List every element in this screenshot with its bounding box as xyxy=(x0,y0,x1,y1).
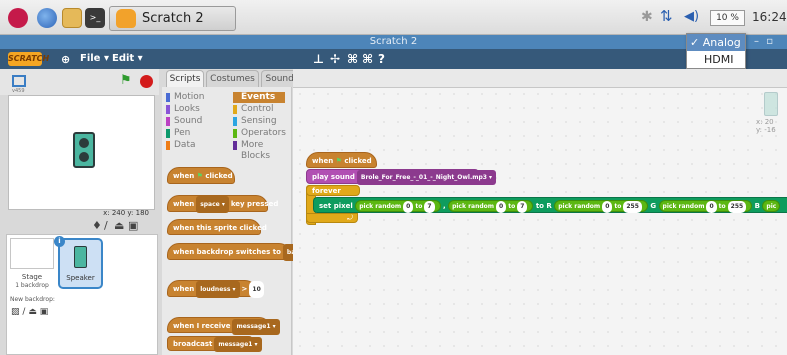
camera-sprite-icon[interactable]: ▣ xyxy=(128,219,138,232)
file-menu[interactable]: File ▾ xyxy=(80,53,109,64)
volume-level-indicator: 10 % xyxy=(710,10,745,26)
script-area-top-strip xyxy=(293,69,787,87)
sprite-name: Speaker xyxy=(66,274,95,282)
block-when-loudness[interactable]: when loudness ▾ >10 xyxy=(167,280,264,298)
sprite-thumbnail-speaker[interactable]: i Speaker xyxy=(54,236,103,289)
check-icon: ✓ xyxy=(690,36,700,49)
shrink-tool-icon[interactable]: ⌘ xyxy=(362,52,373,66)
language-globe-icon[interactable]: ⊕ xyxy=(61,53,70,66)
version-label: v459 xyxy=(12,88,25,94)
block-broadcast[interactable]: broadcast message1 ▾ xyxy=(167,336,262,352)
pick-random-b[interactable]: pic xyxy=(762,200,781,212)
bluetooth-icon[interactable]: ✱ xyxy=(641,9,653,25)
category-sensing[interactable]: Sensing xyxy=(233,116,277,127)
pick-random-y[interactable]: pick random 0 to 7 xyxy=(448,200,534,213)
scratch-cat-icon xyxy=(116,9,136,28)
audio-option-analog[interactable]: ✓ Analog xyxy=(687,34,745,51)
category-data[interactable]: Data xyxy=(166,140,196,151)
help-tool-icon[interactable]: ? xyxy=(378,52,385,66)
green-flag-icon: ⚑ xyxy=(335,157,342,165)
script-set-pixel[interactable]: set pixel pick random 0 to 7 , pick random 0… xyxy=(313,197,787,213)
sprite-info-icon[interactable]: i xyxy=(54,236,65,247)
camera-backdrop-icon[interactable]: ▣ xyxy=(40,307,49,317)
speaker-sprite-icon xyxy=(764,92,778,116)
paint-backdrop-icon[interactable]: / xyxy=(22,307,25,317)
tab-scripts[interactable]: Scripts xyxy=(166,70,204,87)
block-when-key-pressed[interactable]: when space ▾ key pressed xyxy=(167,195,278,213)
category-motion[interactable]: Motion xyxy=(166,92,205,103)
paint-sprite-icon[interactable]: / xyxy=(104,219,108,232)
pick-random-x[interactable]: pick random 0 to 7 xyxy=(355,200,441,213)
forever-loop-end: ⤾ xyxy=(306,213,358,223)
category-operators[interactable]: Operators xyxy=(233,128,286,139)
audio-option-hdmi[interactable]: HDMI xyxy=(704,53,733,66)
block-when-sprite-clicked[interactable]: when this sprite clicked xyxy=(167,219,267,235)
scratch-menubar: SCRATCH ⊕ File ▾ Edit ▾ ⊥ ✢ ⌘ ⌘ ? xyxy=(0,49,787,69)
script-area-grid xyxy=(293,87,787,355)
pick-random-g[interactable]: pick random 0 to 255 xyxy=(658,200,753,213)
file-manager-icon[interactable] xyxy=(62,8,82,28)
taskbar-scratch-button[interactable]: Scratch 2 xyxy=(109,6,236,31)
category-pen[interactable]: Pen xyxy=(166,128,190,139)
upload-backdrop-icon[interactable]: ⏏ xyxy=(28,307,37,317)
new-backdrop-label: New backdrop: xyxy=(10,296,55,303)
mouse-coordinates: x: 240 y: 180 xyxy=(103,209,149,217)
scratch-logo[interactable]: SCRATCH xyxy=(8,52,49,66)
minimize-icon[interactable]: – xyxy=(754,35,759,49)
restore-icon[interactable]: ▫ xyxy=(766,35,773,49)
duplicate-tool-icon[interactable]: ⊥ xyxy=(313,52,324,66)
screen: >_ Scratch 2 ✱ ⇅ ◀) 10 % 16:24 Scratch 2… xyxy=(0,0,787,355)
script-forever[interactable]: forever xyxy=(306,185,360,196)
stage-toolbar: v459 ⚑ xyxy=(0,69,159,95)
new-sprite-tools: ♦ / ⏏ ▣ xyxy=(70,219,150,233)
block-when-backdrop-switches[interactable]: when backdrop switches tobackd xyxy=(167,243,312,261)
current-sprite-info: x: 20 y: -16 xyxy=(756,92,786,147)
pick-random-r[interactable]: pick random 0 to 255 xyxy=(554,200,648,213)
script-when-flag-clicked[interactable]: when ⚑ clicked xyxy=(306,152,377,168)
sprite-y: y: -16 xyxy=(756,126,776,134)
category-more-blocks[interactable]: More Blocks xyxy=(233,140,288,161)
window-title: Scratch 2 xyxy=(369,36,418,47)
block-when-flag-clicked[interactable]: when ⚑ clicked xyxy=(167,167,235,184)
green-flag-icon[interactable]: ⚑ xyxy=(120,74,133,87)
speaker-sprite[interactable] xyxy=(73,132,95,168)
category-events[interactable]: Events xyxy=(233,92,285,103)
sprite-x: x: 20 xyxy=(756,118,774,126)
block-categories: Motion Looks Sound Pen Data Events Contr… xyxy=(166,91,288,161)
edit-menu[interactable]: Edit ▾ xyxy=(112,53,143,64)
stage-label: Stage xyxy=(21,273,43,281)
audio-option-label: Analog xyxy=(702,36,741,49)
system-taskbar: >_ Scratch 2 ✱ ⇅ ◀) 10 % 16:24 xyxy=(0,0,787,35)
category-looks[interactable]: Looks xyxy=(166,104,200,115)
stage-thumbnail[interactable] xyxy=(10,238,54,269)
speaker-thumbnail-icon xyxy=(74,246,87,268)
script-play-sound[interactable]: play sound Brole_For_Free_-_01_-_Night_Ow… xyxy=(306,169,497,185)
terminal-icon[interactable]: >_ xyxy=(85,8,105,28)
green-flag-icon: ⚑ xyxy=(196,172,203,180)
choose-backdrop-icon[interactable]: ▨ xyxy=(11,307,20,317)
stop-icon[interactable] xyxy=(140,75,153,88)
volume-icon[interactable]: ◀) xyxy=(684,9,699,24)
taskbar-app-label: Scratch 2 xyxy=(142,11,204,26)
upload-sprite-icon[interactable]: ⏏ xyxy=(114,219,124,232)
category-control[interactable]: Control xyxy=(233,104,274,115)
web-browser-icon[interactable] xyxy=(37,8,57,28)
fullscreen-icon[interactable] xyxy=(12,75,26,87)
category-sound[interactable]: Sound xyxy=(166,116,202,127)
backdrop-count: 1 backdrop xyxy=(15,282,49,289)
choose-sprite-icon[interactable]: ♦ xyxy=(92,219,102,232)
grow-tool-icon[interactable]: ⌘ xyxy=(347,52,358,66)
new-backdrop-tools: ▨ / ⏏ ▣ xyxy=(11,307,48,317)
stage-canvas[interactable] xyxy=(8,95,155,210)
raspberry-menu-icon[interactable] xyxy=(8,8,28,28)
editor-tabs: Scripts Costumes Sounds xyxy=(162,69,308,87)
tab-costumes[interactable]: Costumes xyxy=(206,70,259,87)
audio-output-dropdown: ✓ Analog HDMI xyxy=(686,33,746,69)
clock: 16:24 xyxy=(752,10,787,24)
delete-tool-icon[interactable]: ✢ xyxy=(330,52,340,66)
block-when-i-receive[interactable]: when I receive message1 ▾ xyxy=(167,317,280,335)
network-icon[interactable]: ⇅ xyxy=(660,7,673,25)
window-titlebar: Scratch 2 – ▫ xyxy=(0,35,787,49)
